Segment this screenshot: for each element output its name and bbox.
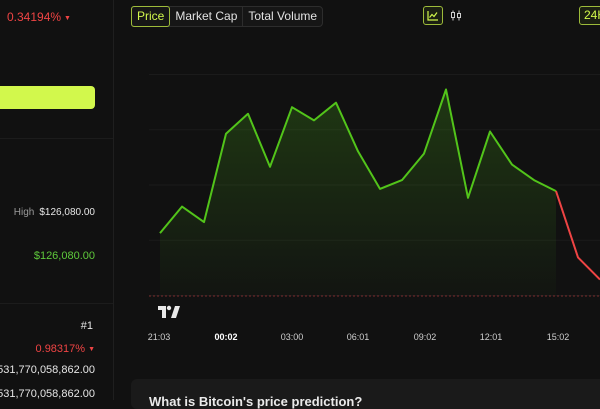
x-tick-label: 12:01 — [480, 332, 503, 342]
x-tick-label: 15:02 — [547, 332, 570, 342]
price-area-fill — [160, 90, 556, 296]
x-tick-label: 09:02 — [414, 332, 437, 342]
x-tick-label: 00:02 — [214, 332, 237, 342]
x-tick-label: 21:03 — [148, 332, 171, 342]
price-chart: 21:03 00:02 03:00 06:01 09:02 12:01 15:02 — [0, 0, 600, 400]
faq-question: What is Bitcoin's price prediction? — [149, 394, 362, 409]
x-tick-label: 03:00 — [281, 332, 304, 342]
price-line-down — [556, 191, 600, 279]
tradingview-logo — [158, 306, 180, 318]
x-axis-ticks: 21:03 00:02 03:00 06:01 09:02 12:01 15:02 — [148, 332, 570, 342]
faq-card[interactable]: What is Bitcoin's price prediction? — [131, 379, 600, 409]
x-tick-label: 06:01 — [347, 332, 370, 342]
